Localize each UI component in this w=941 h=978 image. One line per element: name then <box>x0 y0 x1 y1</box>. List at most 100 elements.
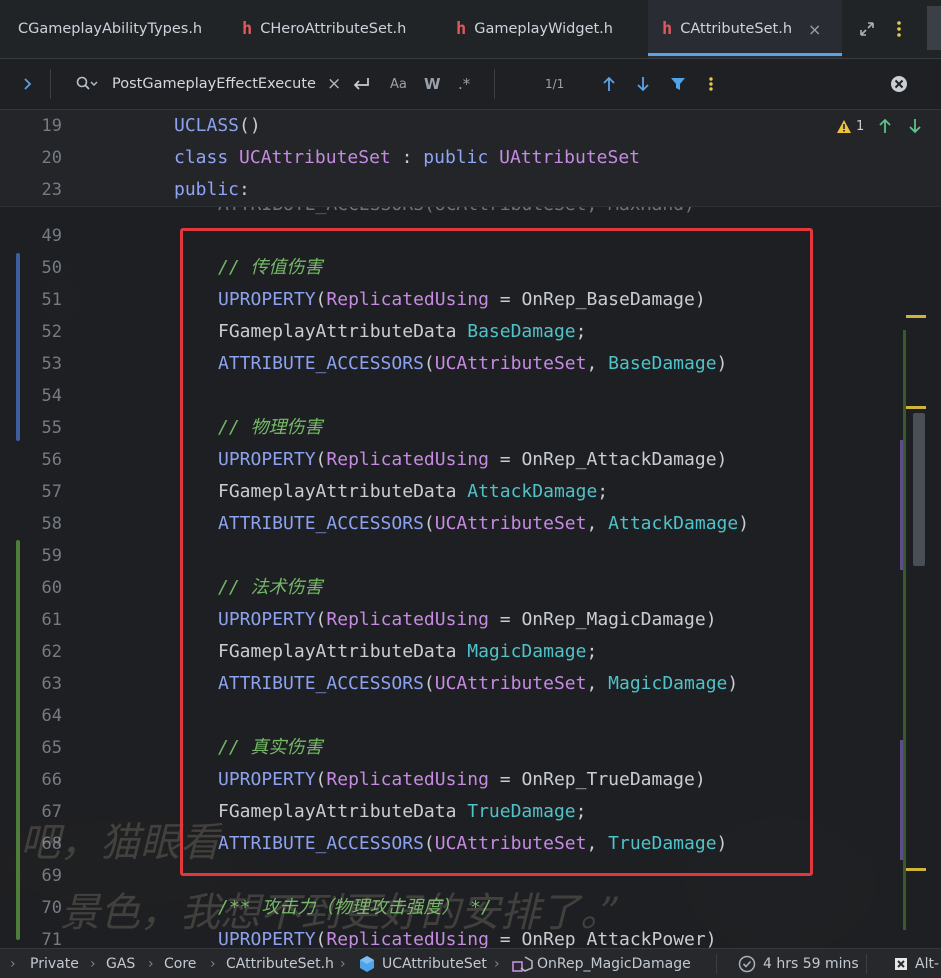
breadcrumb-item-method[interactable]: OnRep_MagicDamage <box>537 949 691 978</box>
code-text[interactable]: // 法术伤害 <box>218 572 323 604</box>
code-text[interactable]: FGameplayAttributeData AttackDamage; <box>218 476 608 508</box>
code-text[interactable]: ATTRIBUTE_ACCESSORS(UCAttributeSet, Magi… <box>218 668 738 700</box>
code-text[interactable]: UPROPERTY(ReplicatedUsing = OnRep_TrueDa… <box>218 764 706 796</box>
code-line[interactable]: 58 ATTRIBUTE_ACCESSORS(UCAttributeSet, At… <box>0 508 900 540</box>
line-number: 52 <box>41 322 62 342</box>
next-highlight-icon[interactable] <box>908 118 922 134</box>
line-number: 20 <box>41 148 62 168</box>
code-line[interactable]: 56 UPROPERTY(ReplicatedUsing = OnRep_Atta… <box>0 444 900 476</box>
code-text[interactable]: ATTRIBUTE_ACCESSORS(UCAttributeSet, Atta… <box>218 508 749 540</box>
line-number: 53 <box>41 354 62 374</box>
close-tab-icon[interactable]: × <box>808 20 821 39</box>
new-line-icon[interactable] <box>352 59 370 109</box>
sticky-code-line[interactable]: 19 UCLASS() <box>0 110 900 142</box>
code-token: UCAttributeSet <box>434 353 587 374</box>
match-case-toggle[interactable]: Aa <box>390 59 407 109</box>
previous-highlight-icon[interactable] <box>878 118 892 134</box>
code-line[interactable]: 50 // 传值伤害 <box>0 252 900 284</box>
code-text[interactable]: // 传值伤害 <box>218 252 323 284</box>
ai-assistant-icon[interactable] <box>892 949 910 978</box>
breadcrumb-chevron-icon: › <box>148 955 154 972</box>
line-number: 61 <box>41 610 62 630</box>
clear-search-icon[interactable]: × <box>327 59 341 109</box>
code-line[interactable]: 63 ATTRIBUTE_ACCESSORS(UCAttributeSet, Ma… <box>0 668 900 700</box>
expand-icon[interactable] <box>858 0 876 58</box>
whole-words-toggle[interactable]: W <box>424 59 441 109</box>
code-token: ReplicatedUsing <box>326 769 489 790</box>
code-token: UCAttributeSet <box>434 833 587 854</box>
error-stripe-warning <box>906 315 926 318</box>
next-match-icon[interactable] <box>636 59 650 109</box>
search-history-icon[interactable] <box>76 59 98 109</box>
tab-cgameplayabilitytypes[interactable]: CGameplayAbilityTypes.h <box>0 0 228 58</box>
code-text[interactable]: FGameplayAttributeData BaseDamage; <box>218 316 586 348</box>
tab-label: CGameplayAbilityTypes.h <box>18 21 203 37</box>
editor-tab-bar: CGameplayAbilityTypes.h h CHeroAttribute… <box>0 0 941 59</box>
code-text[interactable]: FGameplayAttributeData MagicDamage; <box>218 636 597 668</box>
regex-toggle[interactable]: .* <box>458 59 470 109</box>
line-number: 54 <box>41 386 62 406</box>
inspection-widget[interactable]: 1 <box>836 118 922 134</box>
line-number: 49 <box>41 226 62 246</box>
code-line[interactable]: 62 FGameplayAttributeData MagicDamage; <box>0 636 900 668</box>
search-input[interactable]: PostGameplayEffectExecute <box>112 59 316 109</box>
code-token: ( <box>423 513 435 534</box>
code-line[interactable]: 59 <box>0 540 900 572</box>
code-token: TrueDamage <box>467 801 576 822</box>
code-editor[interactable]: 19 UCLASS() 20 class UCAttributeSet : publi… <box>0 110 941 948</box>
code-line[interactable]: 54 <box>0 380 900 412</box>
previous-match-icon[interactable] <box>602 59 616 109</box>
code-text[interactable]: // 物理伤害 <box>218 412 323 444</box>
time-tracking[interactable]: 4 hrs 59 mins <box>763 949 859 978</box>
code-token: FGameplayAttributeData <box>218 801 468 822</box>
line-number: 62 <box>41 642 62 662</box>
code-text[interactable]: ATTRIBUTE_ACCESSORS(UCAttributeSet, Base… <box>218 348 727 380</box>
code-line[interactable]: 60 // 法术伤害 <box>0 572 900 604</box>
code-text[interactable]: ATTRIBUTE_ACCESSORS(UCAttributeSet, True… <box>218 828 727 860</box>
code-token: UPROPERTY <box>218 769 316 790</box>
code-text[interactable]: UPROPERTY(ReplicatedUsing = OnRep_BaseDa… <box>218 284 706 316</box>
sticky-code-line[interactable]: 20 class UCAttributeSet : public UAttribu… <box>0 142 900 174</box>
close-search-icon[interactable] <box>890 59 908 109</box>
code-text[interactable]: FGameplayAttributeData TrueDamage; <box>218 796 586 828</box>
code-line[interactable]: 65 // 真实伤害 <box>0 732 900 764</box>
code-text[interactable]: // 真实伤害 <box>218 732 323 764</box>
tab-label: CAttributeSet.h <box>680 21 793 37</box>
code-text[interactable]: public: <box>174 174 250 206</box>
filter-icon[interactable] <box>670 59 686 109</box>
code-line[interactable]: 55 // 物理伤害 <box>0 412 900 444</box>
code-line[interactable]: 53 ATTRIBUTE_ACCESSORS(UCAttributeSet, Ba… <box>0 348 900 380</box>
sticky-code-line[interactable]: 23 public: <box>0 174 900 206</box>
breadcrumb-item-file[interactable]: CAttributeSet.h <box>226 949 334 978</box>
breadcrumb-item-core[interactable]: Core <box>164 949 196 978</box>
breadcrumb-item-class[interactable]: UCAttributeSet <box>382 949 487 978</box>
code-line[interactable]: 66 UPROPERTY(ReplicatedUsing = OnRep_True… <box>0 764 900 796</box>
sticky-scope-header[interactable]: 19 UCLASS() 20 class UCAttributeSet : publi… <box>0 110 941 207</box>
code-text[interactable]: UCLASS() <box>174 110 261 142</box>
vertical-scrollbar-thumb[interactable] <box>913 413 925 566</box>
line-number: 71 <box>41 930 62 948</box>
expand-replace-chevron-icon[interactable] <box>22 59 32 109</box>
code-line[interactable]: 57 FGameplayAttributeData AttackDamage; <box>0 476 900 508</box>
code-token: UPROPERTY <box>218 289 316 310</box>
breadcrumb-item-gas[interactable]: GAS <box>106 949 135 978</box>
code-text[interactable]: UPROPERTY(ReplicatedUsing = OnRep_Attack… <box>218 444 727 476</box>
code-line[interactable]: 64 <box>0 700 900 732</box>
warning-count: 1 <box>856 118 865 134</box>
tab-cheroattributeset[interactable]: h CHeroAttributeSet.h <box>228 0 442 58</box>
code-line[interactable]: 52 FGameplayAttributeData BaseDamage; <box>0 316 900 348</box>
line-number: 70 <box>41 898 62 918</box>
tab-gameplaywidget[interactable]: h GameplayWidget.h <box>440 0 646 58</box>
code-token: // 传值伤害 <box>218 257 323 278</box>
code-token: ( <box>315 449 327 470</box>
more-options-icon[interactable] <box>708 59 714 109</box>
code-text[interactable]: class UCAttributeSet : public UAttribute… <box>174 142 640 174</box>
line-number: 65 <box>41 738 62 758</box>
more-tabs-icon[interactable] <box>896 0 902 58</box>
code-line[interactable]: 51 UPROPERTY(ReplicatedUsing = OnRep_Base… <box>0 284 900 316</box>
code-line[interactable]: 49 <box>0 220 900 252</box>
code-text[interactable]: UPROPERTY(ReplicatedUsing = OnRep_MagicD… <box>218 604 717 636</box>
code-line[interactable]: 61 UPROPERTY(ReplicatedUsing = OnRep_Magi… <box>0 604 900 636</box>
breadcrumb-item-private[interactable]: Private <box>30 949 79 978</box>
tab-cattributeset[interactable]: h CAttributeSet.h × <box>648 0 842 58</box>
